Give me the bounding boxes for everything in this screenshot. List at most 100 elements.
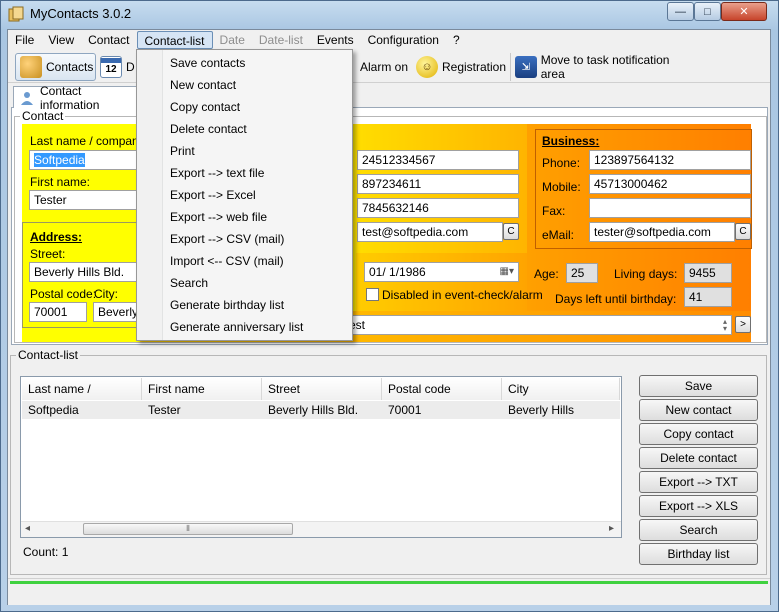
copy-contact-button[interactable]: Copy contact xyxy=(639,423,758,445)
mobile-field[interactable]: 897234611 xyxy=(357,174,519,194)
app-icon xyxy=(8,6,24,22)
address-heading: Address: xyxy=(30,230,83,244)
menu-view[interactable]: View xyxy=(41,31,81,49)
registration-button[interactable]: ☺ Registration xyxy=(416,53,508,81)
search-button[interactable]: Search xyxy=(639,519,758,541)
menuitem-new-contact[interactable]: New contact xyxy=(170,74,236,96)
menu-file[interactable]: File xyxy=(8,31,41,49)
calendar-dropdown-icon[interactable]: ▦▾ xyxy=(500,265,514,279)
menuitem-export-excel[interactable]: Export --> Excel xyxy=(170,184,256,206)
status-progress xyxy=(10,581,768,584)
menuitem-import-csv[interactable]: Import <-- CSV (mail) xyxy=(170,250,284,272)
date-button-label: D xyxy=(126,60,135,74)
firstname-field[interactable]: Tester xyxy=(29,190,139,210)
menuitem-save-contacts[interactable]: Save contacts xyxy=(170,52,245,74)
cell-street: Beverly Hills Bld. xyxy=(268,403,359,417)
contacts-button-label: Contacts xyxy=(46,60,94,74)
menu-help[interactable]: ? xyxy=(446,31,467,49)
postal-label: Postal code: xyxy=(30,287,97,301)
business-phone-label: Phone: xyxy=(542,156,581,170)
contacts-icon xyxy=(20,56,42,78)
business-mobile-field[interactable]: 45713000462 xyxy=(589,174,751,194)
disabled-checkbox[interactable] xyxy=(366,288,379,301)
new-contact-button[interactable]: New contact xyxy=(639,399,758,421)
toolbar-separator xyxy=(510,53,511,81)
close-button[interactable]: ✕ xyxy=(721,2,767,21)
business-mobile-label: Mobile: xyxy=(542,180,581,194)
count-label: Count: 1 xyxy=(23,545,69,559)
city-field[interactable]: Beverly xyxy=(93,302,139,322)
email-field[interactable]: test@softpedia.com xyxy=(357,222,503,242)
export-txt-button[interactable]: Export --> TXT xyxy=(639,471,758,493)
menuitem-export-web[interactable]: Export --> web file xyxy=(170,206,267,228)
lastname-field[interactable]: Softpedia xyxy=(29,150,139,170)
business-heading: Business: xyxy=(542,134,600,148)
column-header-postal[interactable]: Postal code xyxy=(382,378,502,400)
menu-configuration[interactable]: Configuration xyxy=(361,31,446,49)
menu-contact-list[interactable]: Contact-list xyxy=(136,31,213,49)
menuitem-export-text[interactable]: Export --> text file xyxy=(170,162,264,184)
business-email-field[interactable]: tester@softpedia.com xyxy=(589,222,735,242)
city-label: City: xyxy=(94,287,118,301)
alarm-button-label: Alarm on xyxy=(360,60,409,74)
firstname-label: First name: xyxy=(30,175,91,189)
tray-button-label: Move to task notification area xyxy=(540,53,670,81)
contact-list-label: Contact-list xyxy=(16,348,81,362)
tab-label: Contact information xyxy=(40,83,100,112)
days-left-label: Days left until birthday: xyxy=(555,292,677,306)
birthday-list-button[interactable]: Birthday list xyxy=(639,543,758,565)
export-xls-button[interactable]: Export --> XLS xyxy=(639,495,758,517)
phone-field[interactable]: 24512334567 xyxy=(357,150,519,170)
save-button[interactable]: Save xyxy=(639,375,758,397)
birthday-picker[interactable]: 01/ 1/1986 ▦▾ xyxy=(364,262,519,282)
cell-postal: 70001 xyxy=(388,403,422,417)
menu-date-list[interactable]: Date-list xyxy=(252,31,310,49)
date-button[interactable]: 12 D xyxy=(100,53,136,81)
business-email-label: eMail: xyxy=(542,228,575,242)
menuitem-copy-contact[interactable]: Copy contact xyxy=(170,96,240,118)
menu-date[interactable]: Date xyxy=(213,31,252,49)
calendar-icon: 12 xyxy=(100,56,122,78)
alarm-button[interactable]: Alarm on xyxy=(356,53,412,81)
column-header-lastname[interactable]: Last name / company xyxy=(22,378,142,418)
scroll-right-icon[interactable]: ▸ xyxy=(609,523,614,534)
menu-events[interactable]: Events xyxy=(310,31,361,49)
menuitem-search[interactable]: Search xyxy=(170,272,208,294)
column-header-firstname[interactable]: First name xyxy=(142,378,262,400)
postal-field[interactable]: 70001 xyxy=(29,302,87,322)
column-header-city[interactable]: City xyxy=(502,378,620,400)
cell-firstname: Tester xyxy=(148,403,181,417)
business-phone-field[interactable]: 123897564132 xyxy=(589,150,751,170)
menuitem-print[interactable]: Print xyxy=(170,140,195,162)
age-label: Age: xyxy=(534,267,559,281)
next-contact-button[interactable]: > xyxy=(735,316,751,333)
menuitem-delete-contact[interactable]: Delete contact xyxy=(170,118,247,140)
business-fax-field[interactable] xyxy=(589,198,751,218)
horizontal-scrollbar[interactable]: ◂ ⦀ ▸ xyxy=(21,521,621,537)
cell-lastname: Softpedia xyxy=(28,403,79,417)
delete-contact-button[interactable]: Delete contact xyxy=(639,447,758,469)
age-field: 25 xyxy=(566,263,598,283)
business-email-copy-button[interactable]: C xyxy=(735,223,751,240)
scroll-left-icon[interactable]: ◂ xyxy=(25,523,30,534)
column-header-street[interactable]: Street xyxy=(262,378,382,400)
maximize-button[interactable]: □ xyxy=(694,2,721,21)
birthday-value: 01/ 1/1986 xyxy=(369,265,426,279)
street-label: Street: xyxy=(30,247,66,261)
menuitem-export-csv[interactable]: Export --> CSV (mail) xyxy=(170,228,284,250)
contacts-button[interactable]: Contacts xyxy=(15,53,96,81)
email-copy-button[interactable]: C xyxy=(503,223,519,240)
fax-field[interactable]: 7845632146 xyxy=(357,198,519,218)
registration-button-label: Registration xyxy=(442,60,507,74)
notes-field[interactable]: est ▴ ▾ xyxy=(344,315,732,335)
minimize-button[interactable]: — xyxy=(667,2,694,21)
scroll-thumb[interactable]: ⦀ xyxy=(83,523,293,535)
menu-contact[interactable]: Contact xyxy=(81,31,136,49)
menuitem-birthday-list[interactable]: Generate birthday list xyxy=(170,294,284,316)
notes-spin-icon[interactable]: ▴ ▾ xyxy=(723,318,727,333)
dropdown-icon-gutter xyxy=(137,50,163,340)
street-field[interactable]: Beverly Hills Bld. xyxy=(29,262,139,282)
tab-contact-information[interactable]: Contact information xyxy=(13,84,137,112)
tray-button[interactable]: ⇲ Move to task notification area xyxy=(515,53,695,81)
menuitem-anniversary-list[interactable]: Generate anniversary list xyxy=(170,316,303,338)
